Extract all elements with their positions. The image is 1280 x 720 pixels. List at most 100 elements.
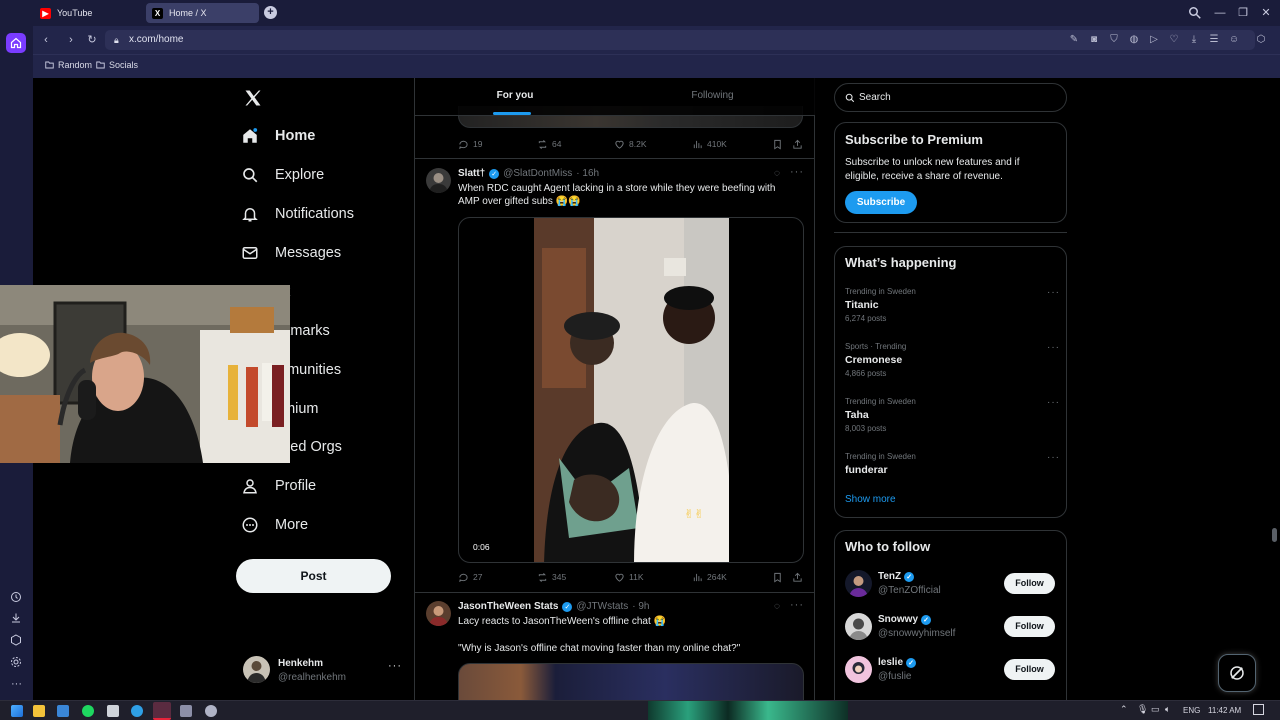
follow-suggestion[interactable]: TenZ ✓ @TenZOfficial Follow	[845, 569, 1060, 601]
nav-home[interactable]: Home	[241, 127, 315, 145]
forward-button[interactable]: ›	[63, 32, 79, 48]
edge-icon[interactable]	[131, 705, 143, 717]
bookmark-folder-random[interactable]: Random	[45, 60, 92, 70]
tweet-time[interactable]: · 9h	[632, 601, 649, 612]
wallet-icon[interactable]: ⬡	[1254, 33, 1268, 47]
new-tab-button[interactable]: +	[264, 6, 277, 19]
tab-youtube[interactable]: ▶ YouTube	[34, 3, 144, 23]
trend-more-icon[interactable]: ···	[1047, 287, 1060, 298]
follow-suggestion[interactable]: leslie ✓ @fuslie Follow	[845, 655, 1060, 687]
grok-explain-icon[interactable]: ◌	[774, 168, 780, 179]
mail-icon[interactable]	[57, 705, 69, 717]
speed-dial-home-icon[interactable]	[6, 33, 26, 53]
tweet-more-icon[interactable]: ···	[790, 599, 804, 611]
follow-suggestion[interactable]: Snowwy ✓ @snowwyhimself Follow	[845, 612, 1060, 644]
trend-item[interactable]: Trending in Sweden Titanic 6,274 posts ·…	[845, 287, 1060, 323]
author-name[interactable]: JasonTheWeen Stats	[458, 601, 558, 612]
minimize-button[interactable]: —	[1211, 4, 1229, 22]
download-icon[interactable]: ⤓	[1187, 33, 1201, 47]
follow-button[interactable]: Follow	[1004, 616, 1055, 637]
trend-item[interactable]: Trending in Sweden Taha 8,003 posts ···	[845, 397, 1060, 433]
vpn-icon[interactable]: ◍	[1127, 33, 1141, 47]
share-button[interactable]	[792, 572, 803, 583]
trend-more-icon[interactable]: ···	[1047, 452, 1060, 463]
reload-button[interactable]: ↻	[84, 32, 100, 48]
trend-more-icon[interactable]: ···	[1047, 397, 1060, 408]
messages-drawer-button[interactable]	[1218, 654, 1256, 692]
file-explorer-icon[interactable]	[33, 705, 45, 717]
tab-following[interactable]: Following	[615, 78, 815, 116]
trend-item[interactable]: Sports · Trending Cremonese 4,866 posts …	[845, 342, 1060, 378]
tab-search-icon[interactable]	[1186, 4, 1204, 22]
avatar[interactable]	[426, 168, 451, 193]
follow-button[interactable]: Follow	[1004, 659, 1055, 680]
reply-button[interactable]: 27	[458, 572, 537, 583]
account-more-icon[interactable]: ···	[388, 660, 402, 672]
follow-button[interactable]: Follow	[1004, 573, 1055, 594]
easy-setup-icon[interactable]: ☰	[1207, 33, 1221, 47]
tweet-media-preview[interactable]	[458, 663, 804, 700]
account-switcher[interactable]: Henkehm @realhenkehm ···	[243, 656, 413, 686]
author-handle[interactable]: @JTWstats	[576, 601, 628, 612]
bookmark-button[interactable]	[772, 572, 792, 583]
settings-gear-icon[interactable]	[10, 656, 23, 669]
network-icon[interactable]: ▭	[1151, 704, 1160, 715]
spotify-icon[interactable]	[82, 705, 94, 717]
views-button[interactable]: 264K	[692, 572, 772, 583]
nav-more[interactable]: More	[241, 516, 308, 534]
grok-explain-icon[interactable]: ◌	[774, 601, 780, 612]
windows-start-icon[interactable]	[11, 705, 23, 717]
like-button[interactable]: 8.2K	[614, 139, 692, 150]
tweet-more-icon[interactable]: ···	[790, 166, 804, 178]
reply-button[interactable]: 19	[458, 139, 537, 150]
downloads-sidebar-icon[interactable]	[10, 612, 23, 625]
show-more-link[interactable]: Show more	[845, 494, 896, 505]
heart-icon[interactable]: ♡	[1167, 33, 1181, 47]
bookmark-folder-socials[interactable]: Socials	[96, 60, 138, 70]
views-button[interactable]: 410K	[692, 139, 772, 150]
tweet-time[interactable]: · 16h	[576, 168, 599, 179]
trend-more-icon[interactable]: ···	[1047, 342, 1060, 353]
back-button[interactable]: ‹	[38, 32, 54, 48]
camera-icon[interactable]: ◙	[1087, 33, 1101, 47]
opera-taskbar-icon[interactable]	[153, 702, 171, 720]
profile-icon[interactable]: ☺	[1227, 33, 1241, 47]
tweet-video[interactable]: ✌✌ 0:06	[458, 217, 804, 563]
author-handle[interactable]: @SlatDontMiss	[503, 168, 572, 179]
nav-notifications[interactable]: Notifications	[241, 205, 354, 223]
maximize-button[interactable]: ❐	[1234, 4, 1252, 22]
trend-item[interactable]: Trending in Sweden funderar ···	[845, 452, 1060, 476]
search-input[interactable]: Search	[834, 83, 1067, 112]
edit-icon[interactable]: ✎	[1067, 33, 1081, 47]
extensions-cube-icon[interactable]	[10, 634, 23, 647]
post-button[interactable]: Post	[236, 559, 391, 593]
tab-x-home[interactable]: X Home / X	[146, 3, 259, 23]
more-sidebar-icon[interactable]: ···	[10, 678, 23, 691]
author-name[interactable]: Slatt†	[458, 168, 485, 179]
nav-explore[interactable]: Explore	[241, 166, 324, 184]
x-logo-icon[interactable]	[243, 88, 263, 108]
notepad-icon[interactable]	[107, 705, 119, 717]
language-indicator[interactable]: ENG	[1183, 706, 1200, 715]
history-icon[interactable]	[10, 591, 23, 604]
microphone-icon[interactable]: 🎙︎	[1137, 704, 1148, 715]
url-field[interactable]: 🔒︎ x.com/home	[105, 30, 1255, 50]
close-window-button[interactable]: ✕	[1257, 4, 1275, 22]
bookmark-button[interactable]	[772, 139, 792, 150]
tray-chevron-icon[interactable]: ⌃	[1120, 704, 1128, 715]
nav-profile[interactable]: Profile	[241, 477, 316, 495]
obs-icon[interactable]	[205, 705, 217, 717]
adblock-shield-icon[interactable]: ⛉	[1107, 33, 1121, 47]
nav-messages[interactable]: Messages	[241, 244, 341, 262]
repost-button[interactable]: 64	[537, 139, 614, 150]
downloads-taskbar-icon[interactable]	[180, 705, 192, 717]
tab-for-you[interactable]: For you	[415, 78, 615, 116]
notifications-icon[interactable]	[1253, 704, 1264, 715]
player-icon[interactable]: ▷	[1147, 33, 1161, 47]
repost-button[interactable]: 345	[537, 572, 614, 583]
like-button[interactable]: 11K	[614, 572, 692, 583]
share-button[interactable]	[792, 139, 803, 150]
volume-icon[interactable]: 🔈︎	[1165, 704, 1170, 715]
avatar[interactable]	[426, 601, 451, 626]
subscribe-button[interactable]: Subscribe	[845, 191, 917, 214]
